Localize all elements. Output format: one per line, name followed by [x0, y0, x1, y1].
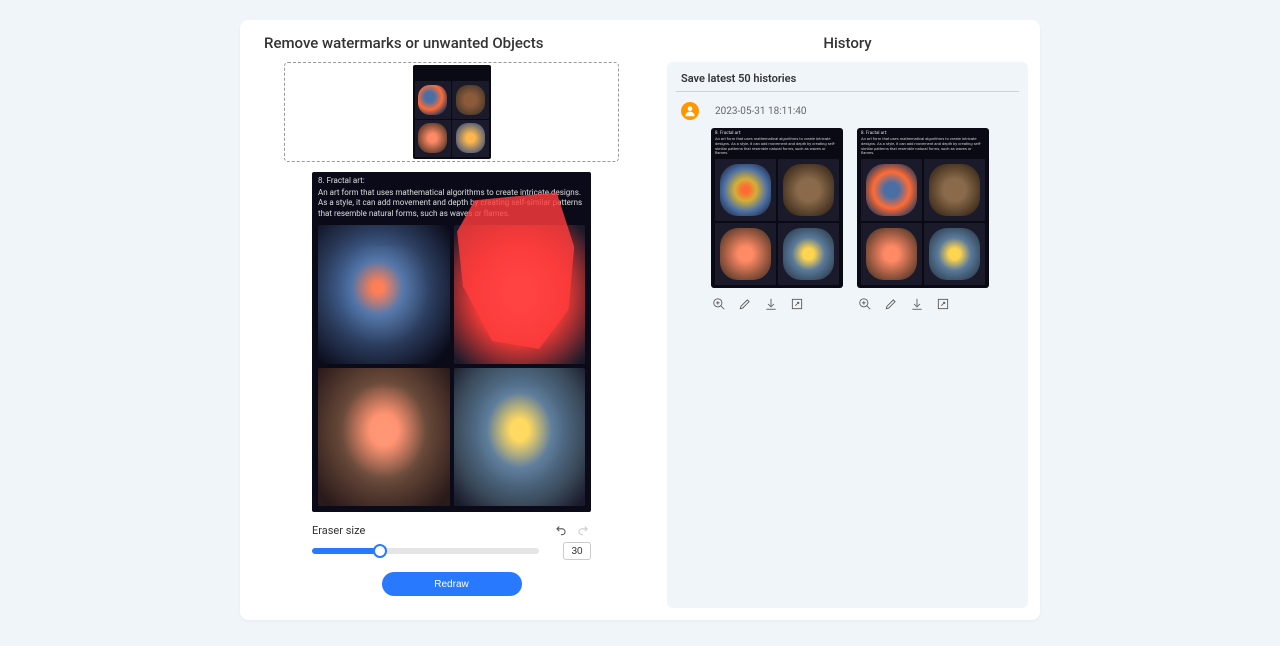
- history-image[interactable]: 8. Fractal art: An art form that uses ma…: [857, 128, 989, 288]
- avatar: [681, 102, 699, 120]
- image-caption-title: 8. Fractal art:: [318, 176, 585, 185]
- undo-icon[interactable]: [553, 522, 569, 538]
- history-timestamp: 2023-05-31 18:11:40: [715, 106, 807, 117]
- redraw-button[interactable]: Redraw: [382, 572, 522, 596]
- controls-row: Eraser size: [312, 522, 591, 538]
- history-actions: [711, 296, 843, 312]
- history-actions: [857, 296, 989, 312]
- expand-icon[interactable]: [935, 296, 951, 312]
- image-thumbnail: [413, 65, 491, 159]
- expand-icon[interactable]: [789, 296, 805, 312]
- history-result-before: 8. Fractal art: An art form that uses ma…: [711, 128, 843, 312]
- editor-panel: Remove watermarks or unwanted Objects 8.…: [240, 20, 655, 620]
- eraser-slider-row: [312, 542, 591, 560]
- history-panel-wrapper: History Save latest 50 histories 2023-05…: [655, 20, 1040, 620]
- download-icon[interactable]: [763, 296, 779, 312]
- redo-icon[interactable]: [575, 522, 591, 538]
- history-item: 2023-05-31 18:11:40 8. Fractal art: An a…: [681, 102, 1014, 312]
- thumb-grid: [415, 81, 489, 157]
- eraser-size-input[interactable]: [563, 542, 591, 560]
- app-container: Remove watermarks or unwanted Objects 8.…: [240, 20, 1040, 620]
- edit-icon[interactable]: [737, 296, 753, 312]
- slider-thumb[interactable]: [373, 544, 387, 558]
- thumb-caption: [415, 67, 489, 81]
- history-meta: 2023-05-31 18:11:40: [681, 102, 1014, 120]
- edit-icon[interactable]: [883, 296, 899, 312]
- eraser-size-label: Eraser size: [312, 524, 365, 537]
- history-result-after: 8. Fractal art: An art form that uses ma…: [857, 128, 989, 312]
- history-header: Save latest 50 histories: [676, 72, 1019, 92]
- history-panel: Save latest 50 histories 2023-05-31 18:1…: [667, 62, 1028, 608]
- undo-redo-group: [553, 522, 591, 538]
- download-icon[interactable]: [909, 296, 925, 312]
- eraser-size-slider[interactable]: [312, 548, 539, 554]
- image-drop-zone[interactable]: [284, 62, 619, 162]
- zoom-icon[interactable]: [711, 296, 727, 312]
- zoom-icon[interactable]: [857, 296, 873, 312]
- editor-title: Remove watermarks or unwanted Objects: [264, 34, 639, 52]
- main-image-canvas[interactable]: 8. Fractal art: An art form that uses ma…: [312, 172, 591, 512]
- history-image[interactable]: 8. Fractal art: An art form that uses ma…: [711, 128, 843, 288]
- history-images: 8. Fractal art: An art form that uses ma…: [711, 128, 1014, 312]
- history-title: History: [667, 34, 1028, 52]
